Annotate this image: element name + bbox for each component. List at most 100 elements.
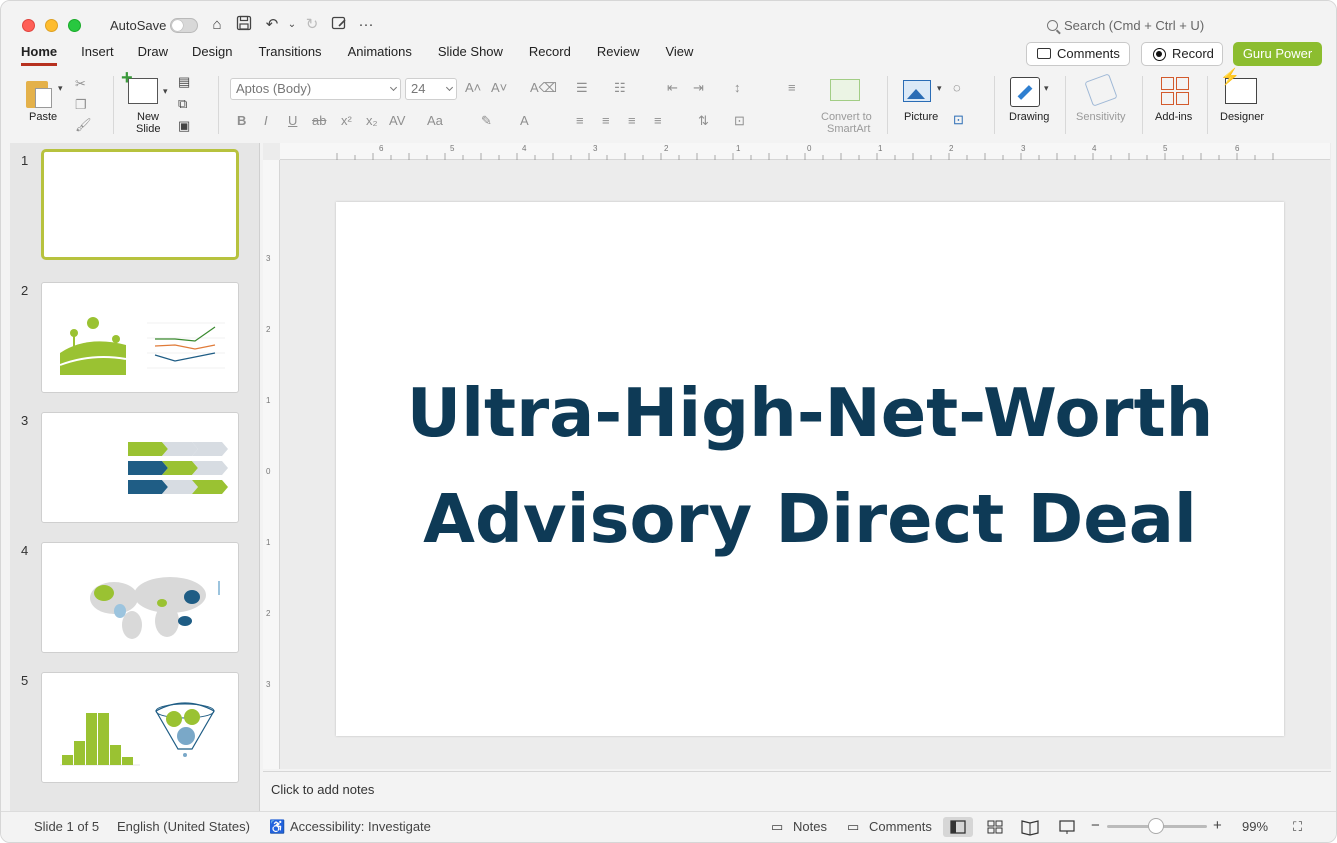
reading-view-button[interactable] [1015,817,1045,837]
increase-font-icon[interactable]: A˄ [465,80,481,95]
record-button[interactable]: Record [1141,42,1223,66]
zoom-out-icon[interactable]: − [1091,817,1100,834]
superscript-icon[interactable]: x² [341,113,352,128]
tab-home[interactable]: Home [21,44,58,66]
tab-transitions[interactable]: Transitions [258,44,321,66]
close-window-button[interactable] [22,19,35,32]
notes-icon[interactable]: ▭ [771,819,783,835]
slide-thumbnail-5[interactable] [41,672,239,783]
zoom-in-icon[interactable]: + [1213,817,1222,834]
accessibility-icon[interactable]: ♿ [269,819,285,835]
picture-icon[interactable] [903,80,931,102]
save-icon[interactable] [234,15,254,35]
columns-icon[interactable]: ≡ [788,80,796,95]
comments-icon[interactable]: ▭ [847,819,859,835]
autosave-toggle[interactable] [170,18,198,33]
tab-slide-show[interactable]: Slide Show [438,44,503,66]
font-name-select[interactable]: Aptos (Body) [230,78,401,100]
character-spacing-icon[interactable]: AV [389,113,405,128]
tab-animations[interactable]: Animations [348,44,412,66]
drawing-dropdown-icon[interactable]: ▾ [1044,83,1049,94]
subscript-icon[interactable]: x₂ [366,113,378,128]
home-icon[interactable]: ⌂ [207,15,227,35]
comments-toggle[interactable]: Comments [869,819,932,834]
convert-smartart-label-1[interactable]: Convert to [821,111,872,123]
language-indicator[interactable]: English (United States) [117,819,250,834]
decrease-font-icon[interactable]: A˅ [491,80,507,95]
paste-dropdown-icon[interactable]: ▾ [58,83,63,94]
underline-icon[interactable]: U [288,113,297,128]
change-case-icon[interactable]: Aa [427,113,443,128]
slideshow-view-button[interactable] [1052,817,1082,837]
slide-thumbnail-1[interactable] [41,149,239,260]
reset-icon[interactable]: ⧉ [178,96,187,112]
drawing-label[interactable]: Drawing [1009,111,1049,123]
tab-draw[interactable]: Draw [138,44,168,66]
align-right-icon[interactable]: ≡ [628,113,636,128]
more-icon[interactable]: ··· [356,15,376,35]
zoom-level[interactable]: 99% [1242,819,1268,834]
new-slide-dropdown-icon[interactable]: ▾ [163,86,168,97]
tab-design[interactable]: Design [192,44,232,66]
justify-icon[interactable]: ≡ [654,113,662,128]
slide-editor[interactable]: 6 5 4 3 2 1 0 1 2 3 4 5 6 3 2 1 0 1 2 3 … [263,143,1331,769]
smartart-icon[interactable] [830,79,860,101]
tab-insert[interactable]: Insert [81,44,114,66]
clear-formatting-icon[interactable]: A⌫ [530,80,557,96]
bold-icon[interactable]: B [237,113,246,128]
paste-icon[interactable] [26,78,54,108]
cut-icon[interactable]: ✂ [75,76,86,92]
new-slide-icon[interactable] [121,67,158,104]
redo-icon[interactable]: ↻ [302,15,322,35]
sensitivity-label[interactable]: Sensitivity [1076,111,1126,123]
format-painter-icon[interactable]: 🖌 [75,117,92,133]
add-ins-icon[interactable] [1161,77,1189,105]
designer-icon[interactable] [1220,67,1257,104]
picture-label[interactable]: Picture [904,111,938,123]
picture-dropdown-icon[interactable]: ▾ [937,83,942,94]
notes-pane[interactable]: Click to add notes [263,771,1331,811]
drawing-icon[interactable] [1010,77,1040,107]
increase-indent-icon[interactable]: ⇥ [693,80,704,96]
new-slide-label-2[interactable]: Slide [136,123,160,135]
text-direction-icon[interactable]: ⇅ [698,113,709,129]
sensitivity-icon[interactable] [1084,73,1118,107]
slide-thumbnail-4[interactable] [41,542,239,653]
undo-icon[interactable]: ↶ [262,15,282,35]
add-ins-label[interactable]: Add-ins [1155,111,1192,123]
slide-title[interactable]: Ultra-High-Net-Worth Advisory Direct Dea… [336,360,1284,572]
undo-dropdown-icon[interactable]: ⌄ [282,15,302,35]
slide-thumbnail-2[interactable] [41,282,239,393]
convert-smartart-label-2[interactable]: SmartArt [827,123,870,135]
align-left-icon[interactable]: ≡ [576,113,584,128]
minimize-window-button[interactable] [45,19,58,32]
font-color-icon[interactable]: A [520,113,529,128]
zoom-window-button[interactable] [68,19,81,32]
tab-record[interactable]: Record [529,44,571,66]
slide-canvas[interactable]: Ultra-High-Net-Worth Advisory Direct Dea… [336,202,1284,736]
strikethrough-icon[interactable]: ab [312,113,326,128]
slide-sorter-button[interactable] [980,817,1010,837]
tab-view[interactable]: View [665,44,693,66]
designer-label[interactable]: Designer [1220,111,1264,123]
accessibility-status[interactable]: Accessibility: Investigate [290,819,431,834]
slide-thumbnail-3[interactable] [41,412,239,523]
guru-power-button[interactable]: Guru Power [1233,42,1322,66]
bullets-icon[interactable]: ☰ [576,80,588,96]
numbering-icon[interactable]: ☷ [614,80,626,96]
align-center-icon[interactable]: ≡ [602,113,610,128]
italic-icon[interactable]: I [264,113,268,128]
highlight-icon[interactable]: ✎ [481,113,492,129]
shapes-icon[interactable]: ◌ [953,80,961,95]
line-spacing-icon[interactable]: ↕ [734,80,741,95]
layout-icon[interactable]: ▤ [178,74,190,90]
notes-toggle[interactable]: Notes [793,819,827,834]
customize-icon[interactable] [329,15,349,35]
copy-icon[interactable]: ❐ [75,97,87,113]
new-slide-label-1[interactable]: New [137,111,159,123]
align-text-icon[interactable]: ⊡ [734,113,745,129]
search-box[interactable]: Search (Cmd + Ctrl + U) [1047,18,1204,33]
comments-button[interactable]: Comments [1026,42,1130,66]
decrease-indent-icon[interactable]: ⇤ [667,80,678,96]
font-size-select[interactable]: 24 [405,78,457,100]
